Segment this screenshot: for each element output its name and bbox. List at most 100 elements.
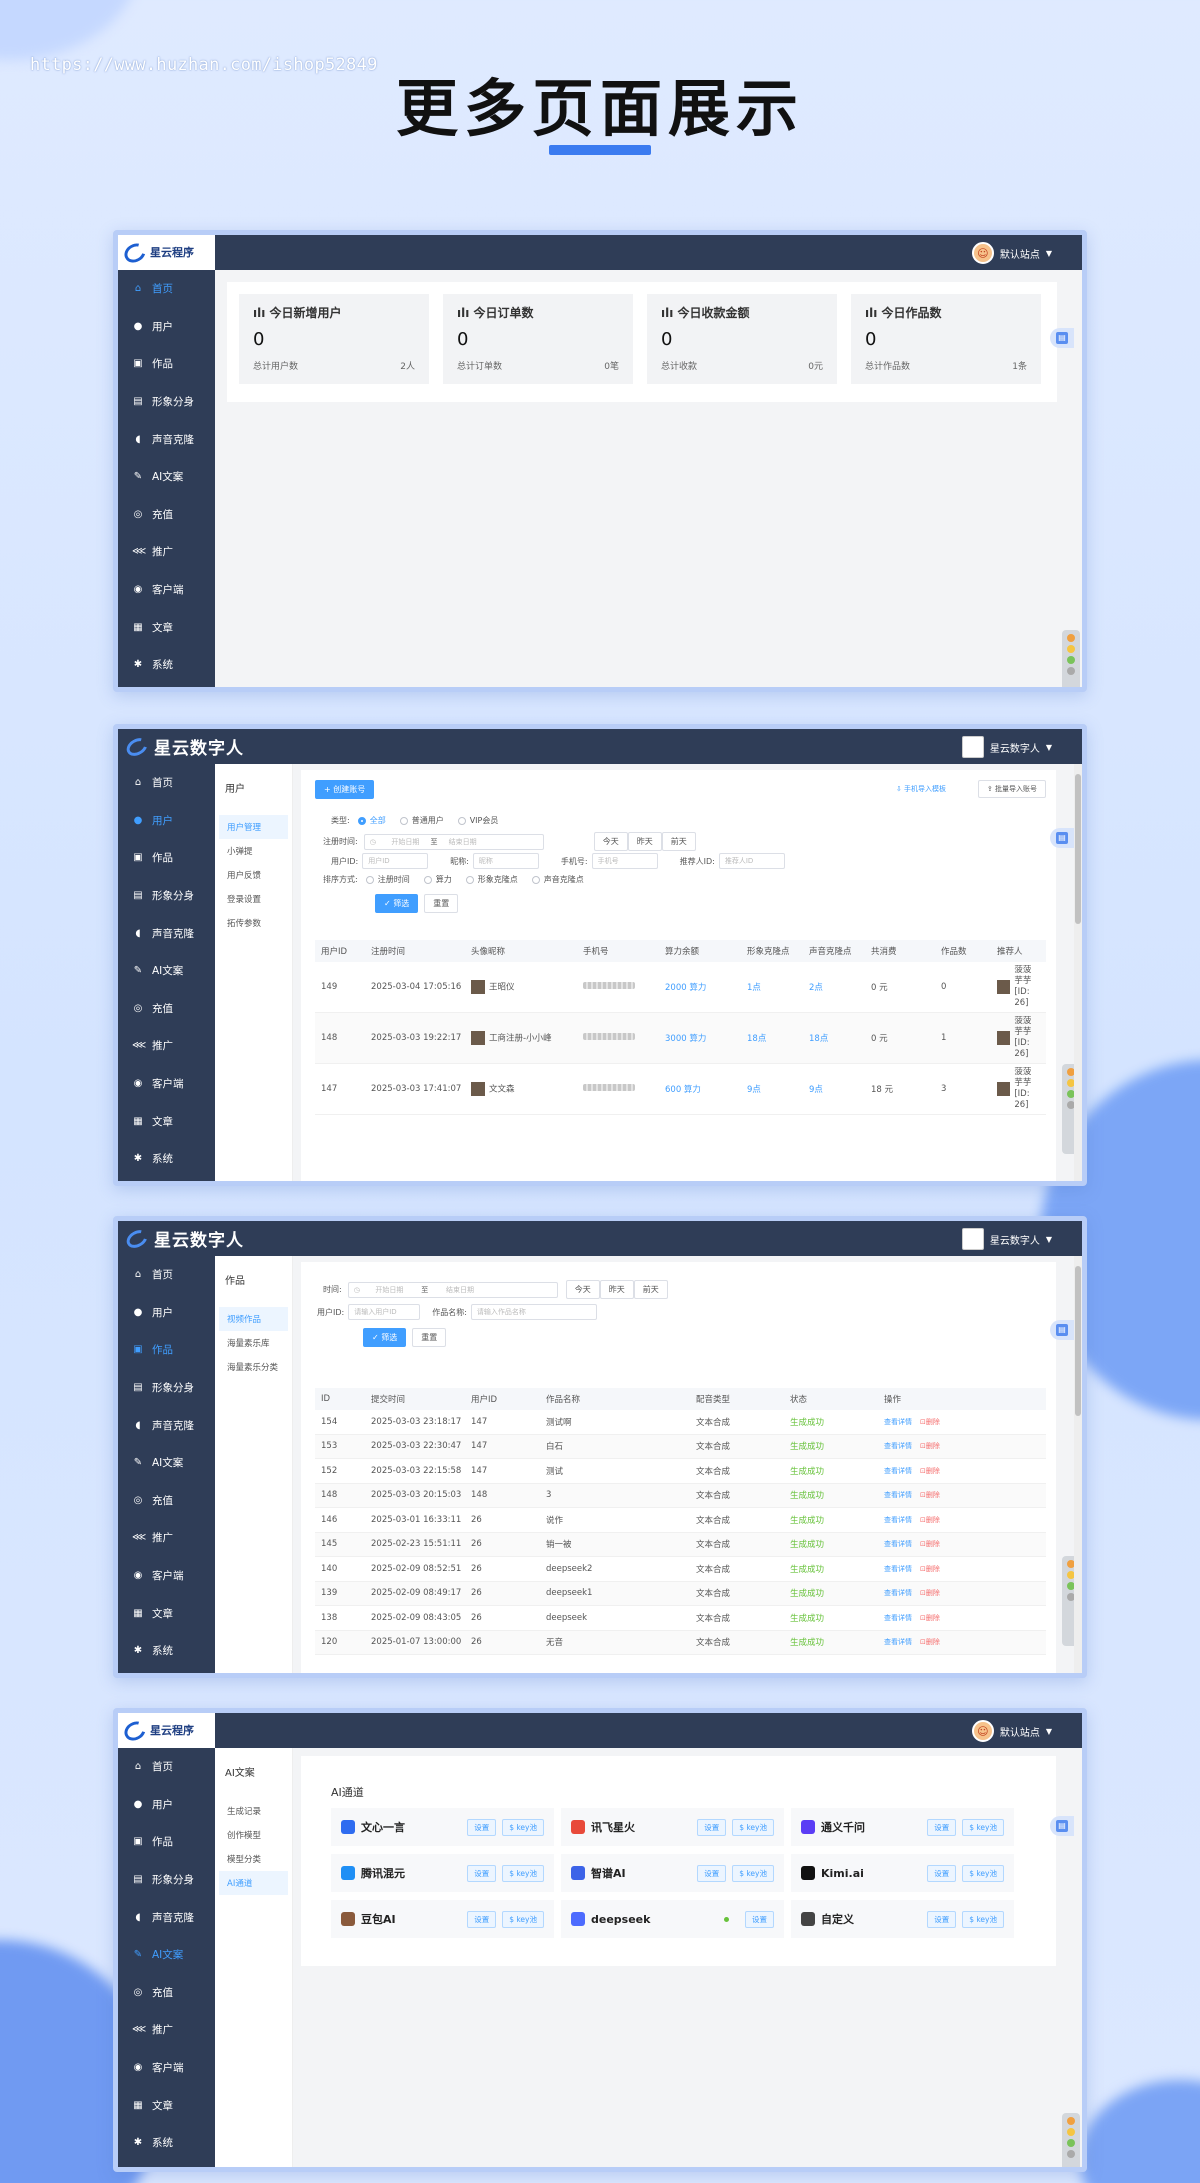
sidebar-item[interactable]: ⋘ 推广: [118, 533, 215, 571]
nick-input[interactable]: 昵称: [472, 853, 539, 869]
key-pool-button[interactable]: $ key池: [732, 1818, 774, 1836]
logo[interactable]: 星云程序: [118, 235, 215, 270]
uid-input[interactable]: 请输入用户ID: [348, 1304, 421, 1320]
view-detail-link[interactable]: 查看详情: [884, 1565, 912, 1573]
table-row[interactable]: 148 2025-03-03 20:15:03 148 3 文本合成 生成成功 查看详情 ⊡删…: [315, 1483, 1046, 1508]
settings-button[interactable]: 设置: [927, 1910, 957, 1928]
delete-link[interactable]: ⊡删除: [920, 1565, 940, 1573]
logo[interactable]: 星云数字人: [118, 729, 244, 764]
view-detail-link[interactable]: 查看详情: [884, 1467, 912, 1475]
tool-strip[interactable]: [1062, 2113, 1080, 2167]
table-row[interactable]: 139 2025-02-09 08:49:17 26 deepseek1 文本合成 生成成…: [315, 1581, 1046, 1606]
table-row[interactable]: 148 2025-03-03 19:22:17 工商注册-小小峰 3000 算力 18点…: [315, 1013, 1046, 1064]
sidebar-item[interactable]: ▣ 作品: [118, 839, 215, 877]
table-row[interactable]: 153 2025-03-03 22:30:47 147 白石 文本合成 生成成功 查看详情 ⊡…: [315, 1434, 1046, 1459]
settings-button[interactable]: 设置: [467, 1864, 497, 1882]
sidebar-item[interactable]: ◉ 客户端: [118, 2049, 215, 2087]
table-row[interactable]: 146 2025-03-01 16:33:11 26 说作 文本合成 生成成功 查看详情 ⊡删…: [315, 1508, 1046, 1533]
sidebar-item[interactable]: ▣ 作品: [118, 345, 215, 383]
sidebar-item[interactable]: ◎ 充值: [118, 990, 215, 1028]
user-menu[interactable]: 星云数字人 ▼: [961, 1228, 1052, 1250]
sidebar-item[interactable]: ⋘ 推广: [118, 1027, 215, 1065]
delete-link[interactable]: ⊡删除: [920, 1638, 940, 1646]
uid-input[interactable]: 用户ID: [362, 853, 429, 869]
sidebar-item[interactable]: ✎ AI文案: [118, 952, 215, 990]
sidebar-item[interactable]: ▣ 作品: [118, 1823, 215, 1861]
user-menu[interactable]: ☺ 默认站点 ▼: [971, 1720, 1052, 1742]
key-pool-button[interactable]: $ key池: [962, 1910, 1004, 1928]
reset-button[interactable]: 重置: [412, 1328, 447, 1347]
table-row[interactable]: 138 2025-02-09 08:43:05 26 deepseek 文本合成 生成成功…: [315, 1606, 1046, 1631]
import-template-link[interactable]: ⇩ 手机导入模板: [896, 784, 946, 794]
settings-button[interactable]: 设置: [697, 1818, 727, 1836]
float-toggle-button[interactable]: ▤: [1050, 828, 1074, 848]
delete-link[interactable]: ⊡删除: [920, 1516, 940, 1524]
sub-item[interactable]: 生成记录: [219, 1799, 288, 1823]
key-pool-button[interactable]: $ key池: [502, 1818, 544, 1836]
sidebar-item[interactable]: ⋘ 推广: [118, 1519, 215, 1557]
sidebar-item[interactable]: ● 用户: [118, 1786, 215, 1824]
view-detail-link[interactable]: 查看详情: [884, 1638, 912, 1646]
sub-item[interactable]: 视频作品: [219, 1307, 288, 1331]
type-radio[interactable]: 普通用户: [399, 815, 444, 826]
sidebar-item[interactable]: ● 用户: [118, 1294, 215, 1332]
settings-button[interactable]: 设置: [697, 1864, 727, 1882]
type-radio[interactable]: 全部: [357, 815, 386, 826]
referrer-input[interactable]: 推荐人ID: [718, 853, 785, 869]
view-detail-link[interactable]: 查看详情: [884, 1442, 912, 1450]
table-row[interactable]: 149 2025-03-04 17:05:16 王昭仪 2000 算力 1点 2点 0 元 0…: [315, 962, 1046, 1013]
view-detail-link[interactable]: 查看详情: [884, 1589, 912, 1597]
sidebar-item[interactable]: ◉ 客户端: [118, 571, 215, 609]
key-pool-button[interactable]: $ key池: [502, 1864, 544, 1882]
delete-link[interactable]: ⊡删除: [920, 1540, 940, 1548]
sidebar-item[interactable]: ▣ 作品: [118, 1331, 215, 1369]
sidebar-item[interactable]: ▤ 形象分身: [118, 877, 215, 915]
sub-item[interactable]: 海量素乐分类: [219, 1355, 288, 1379]
key-pool-button[interactable]: $ key池: [732, 1864, 774, 1882]
sub-item[interactable]: 海量素乐库: [219, 1331, 288, 1355]
sidebar-item[interactable]: ▦ 文章: [118, 1102, 215, 1140]
sidebar-item[interactable]: ✱ 系统: [118, 1140, 215, 1178]
sidebar-item[interactable]: ✎ AI文案: [118, 1936, 215, 1974]
logo[interactable]: 星云数字人: [118, 1221, 244, 1256]
sort-radio[interactable]: 注册时间: [365, 874, 410, 885]
key-pool-button[interactable]: $ key池: [962, 1864, 1004, 1882]
table-row[interactable]: 120 2025-01-07 13:00:00 26 无音 文本合成 生成成功 查看详情 ⊡删…: [315, 1630, 1046, 1655]
sub-item[interactable]: 用户管理: [219, 815, 288, 839]
settings-button[interactable]: 设置: [927, 1864, 957, 1882]
delete-link[interactable]: ⊡删除: [920, 1491, 940, 1499]
key-pool-button[interactable]: $ key池: [962, 1818, 1004, 1836]
sort-radio[interactable]: 形象克隆点: [465, 874, 518, 885]
scrollbar[interactable]: [1074, 764, 1082, 1181]
date-range-input[interactable]: ◷ 开始日期 至 结束日期: [347, 1281, 558, 1298]
float-toggle-button[interactable]: ▤: [1050, 328, 1074, 348]
sidebar-item[interactable]: ◖ 声音克隆: [118, 914, 215, 952]
scrollbar[interactable]: [1074, 1256, 1082, 1673]
sidebar-item[interactable]: ▦ 文章: [118, 2086, 215, 2124]
sidebar-item[interactable]: ✱ 系统: [118, 2124, 215, 2162]
settings-button[interactable]: 设置: [745, 1910, 774, 1928]
sidebar-item[interactable]: ◖ 声音克隆: [118, 420, 215, 458]
sidebar-item[interactable]: ● 用户: [118, 308, 215, 346]
settings-button[interactable]: 设置: [927, 1818, 957, 1836]
view-detail-link[interactable]: 查看详情: [884, 1540, 912, 1548]
delete-link[interactable]: ⊡删除: [920, 1442, 940, 1450]
sub-item[interactable]: 拓传参数: [219, 911, 288, 935]
sidebar-item[interactable]: ✱ 系统: [118, 646, 215, 684]
delete-link[interactable]: ⊡删除: [920, 1614, 940, 1622]
sidebar-item[interactable]: ▤ 形象分身: [118, 383, 215, 421]
table-row[interactable]: 145 2025-02-23 15:51:11 26 销一被 文本合成 生成成功 查看详情 ⊡…: [315, 1532, 1046, 1557]
view-detail-link[interactable]: 查看详情: [884, 1516, 912, 1524]
sidebar-item[interactable]: ◖ 声音克隆: [118, 1406, 215, 1444]
today-button[interactable]: 今天: [565, 1280, 600, 1299]
filter-button[interactable]: ✓ 筛选: [375, 894, 419, 913]
sidebar-item[interactable]: ✱ 系统: [118, 1632, 215, 1670]
reset-button[interactable]: 重置: [424, 894, 459, 913]
settings-button[interactable]: 设置: [467, 1910, 497, 1928]
today-button[interactable]: 今天: [593, 832, 628, 851]
view-detail-link[interactable]: 查看详情: [884, 1614, 912, 1622]
sidebar-item[interactable]: ◎ 充值: [118, 1974, 215, 2012]
sub-item[interactable]: 创作模型: [219, 1823, 288, 1847]
sidebar-item[interactable]: ⌂ 首页: [118, 764, 215, 802]
tool-strip[interactable]: [1062, 630, 1080, 687]
